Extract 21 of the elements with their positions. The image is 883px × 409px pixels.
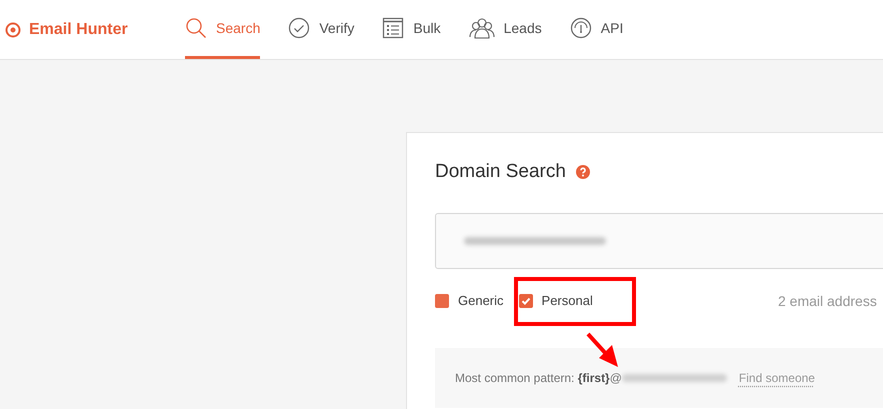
filter-label: Personal — [542, 293, 593, 308]
checkbox[interactable] — [518, 294, 533, 308]
brand-name: Email Hunter — [29, 20, 128, 38]
check-circle-icon — [288, 17, 310, 39]
checkbox[interactable] — [435, 294, 449, 308]
card-title: Domain Search — [435, 161, 566, 183]
list-icon — [382, 17, 404, 39]
result-count: 2 email address — [778, 292, 877, 308]
domain-field[interactable] — [435, 213, 883, 269]
nav-tab[interactable]: Bulk — [382, 0, 441, 59]
nav-tab[interactable]: Leads — [468, 0, 542, 59]
people-icon — [468, 17, 495, 39]
pattern-text: Most common pattern: {first}@ — [455, 371, 622, 385]
search-icon — [185, 17, 207, 39]
nav-tab[interactable]: API — [570, 0, 624, 59]
target-icon — [5, 22, 21, 38]
annotation-arrow — [586, 332, 620, 368]
gauge-icon — [570, 17, 592, 39]
filter-label: Generic — [458, 293, 504, 308]
nav-tab[interactable]: Verify — [288, 0, 354, 59]
help-icon[interactable] — [576, 165, 590, 179]
